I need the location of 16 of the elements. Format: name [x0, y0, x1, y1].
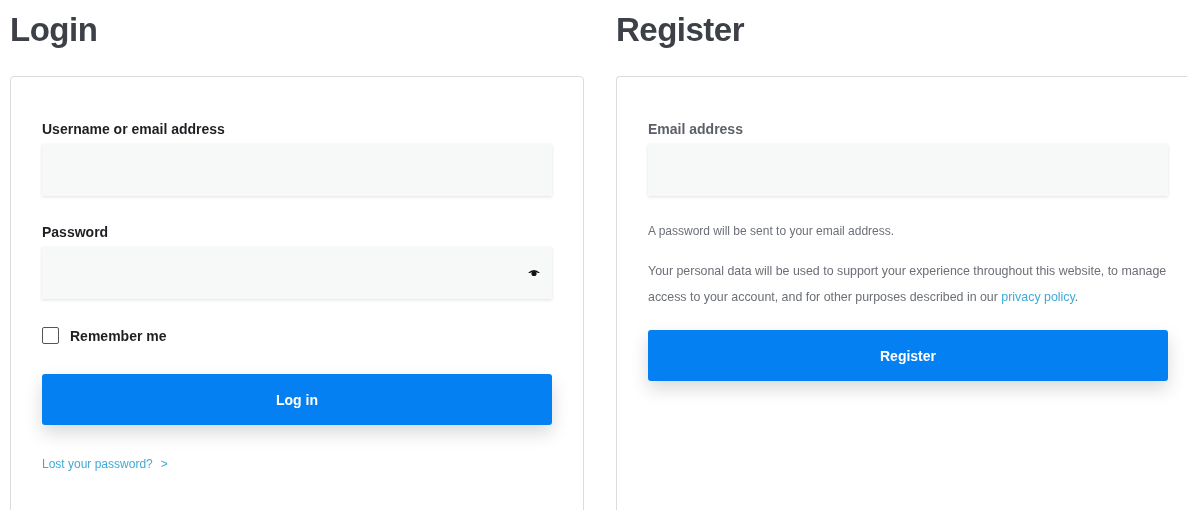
login-button[interactable]: Log in [42, 374, 552, 425]
help-text: A password will be sent to your email address. [648, 224, 896, 238]
field-label: Username or email address [42, 121, 226, 137]
chevron-icon: > [160, 457, 168, 471]
password-field[interactable] [42, 247, 552, 299]
register-button[interactable]: Register [648, 330, 1168, 381]
section-title: Register [616, 10, 746, 50]
checkbox[interactable] [42, 327, 59, 344]
eye-icon[interactable] [528, 269, 540, 277]
field-label: Password [42, 224, 110, 240]
lost-password-link[interactable]: Lost your password? [42, 457, 153, 471]
section-title: Login [10, 10, 99, 50]
checkbox-label: Remember me [70, 327, 167, 344]
field-label: Email address [648, 121, 744, 137]
privacy-text: Your personal data will be used to support your experience throughout this website, to manage access to your account, and for other purposes described in our privacy policy. [648, 263, 1168, 306]
privacy-link[interactable]: privacy policy [1001, 290, 1075, 304]
